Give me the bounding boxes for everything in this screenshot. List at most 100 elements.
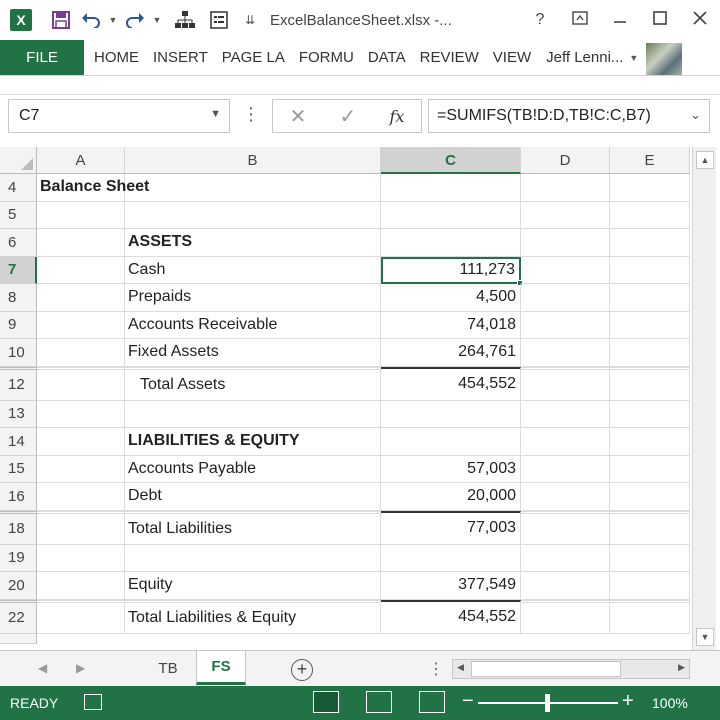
cell-c7[interactable]: 111,273 xyxy=(381,256,521,284)
avatar[interactable] xyxy=(646,42,683,75)
tab-review[interactable]: REVIEW xyxy=(413,40,486,75)
cell-c18[interactable]: 77,003 xyxy=(381,510,521,545)
row-header-5[interactable]: 5 xyxy=(0,201,37,229)
column-header-e[interactable]: E xyxy=(610,147,690,174)
add-sheet-icon[interactable]: + xyxy=(291,659,313,681)
sheet-next-icon[interactable]: ▶ xyxy=(76,661,85,675)
formula-input[interactable]: =SUMIFS(TB!D:D,TB!C:C,B7) ⌄ xyxy=(428,99,710,133)
zoom-level[interactable]: 100% xyxy=(652,695,688,711)
undo-icon[interactable] xyxy=(76,0,106,40)
worksheet-grid[interactable]: A B C D E 4 Balance Sheet 5 6 ASSETS 7 Cash 111,273 8… xyxy=(0,147,690,647)
undo-dropdown-icon[interactable]: ▼ xyxy=(106,0,120,40)
select-all-corner[interactable] xyxy=(0,147,37,174)
cell-b8[interactable]: Prepaids xyxy=(125,284,381,312)
column-header-b[interactable]: B xyxy=(125,147,381,174)
cell-c12[interactable]: 454,552 xyxy=(381,366,521,401)
scroll-left-icon[interactable]: ◀ xyxy=(457,662,464,673)
cell-b4[interactable] xyxy=(125,174,381,202)
cell-a4[interactable]: Balance Sheet xyxy=(37,174,149,202)
cell-e4[interactable] xyxy=(610,174,690,202)
cell-e12[interactable] xyxy=(610,366,690,401)
cell-c5[interactable] xyxy=(381,201,521,229)
maximize-icon[interactable] xyxy=(640,10,680,30)
cell-d5[interactable] xyxy=(521,201,610,229)
row-header-8[interactable]: 8 xyxy=(0,284,37,312)
user-dropdown-icon[interactable]: ▼ xyxy=(629,53,638,63)
normal-view-icon[interactable] xyxy=(313,691,339,713)
row-header-16[interactable]: 16 xyxy=(0,483,37,511)
tab-home[interactable]: HOME xyxy=(87,40,146,75)
cell-d12[interactable] xyxy=(521,366,610,401)
row-header-22[interactable]: 22 xyxy=(0,599,37,634)
cell-e15[interactable] xyxy=(610,455,690,483)
cell-e20[interactable] xyxy=(610,572,690,600)
cell-d19[interactable] xyxy=(521,544,610,572)
row-header-partial[interactable] xyxy=(0,633,37,644)
cell-d14[interactable] xyxy=(521,428,610,456)
help-button[interactable]: ? xyxy=(520,11,560,29)
horizontal-scrollbar[interactable]: ◀ ▶ xyxy=(452,659,690,679)
cell-e7[interactable] xyxy=(610,256,690,284)
row-header-20[interactable]: 20 xyxy=(0,572,37,600)
page-layout-view-icon[interactable] xyxy=(366,691,392,713)
cancel-formula-button[interactable]: ✕ xyxy=(290,104,307,129)
cell-c9[interactable]: 74,018 xyxy=(381,311,521,339)
cell-b13[interactable] xyxy=(125,400,381,428)
cell-b18[interactable]: Total Liabilities xyxy=(125,510,381,545)
cell-e22[interactable] xyxy=(610,599,690,634)
cell-d15[interactable] xyxy=(521,455,610,483)
cell-a13[interactable] xyxy=(37,400,125,428)
row-header-13[interactable]: 13 xyxy=(0,400,37,428)
zoom-in-icon[interactable]: + xyxy=(622,690,634,713)
cell-b10[interactable]: Fixed Assets xyxy=(125,339,381,367)
cell-c6[interactable] xyxy=(381,229,521,257)
cell-a10[interactable] xyxy=(37,339,125,367)
zoom-out-icon[interactable]: − xyxy=(462,690,474,713)
cell-c10[interactable]: 264,761 xyxy=(381,339,521,367)
cell-e16[interactable] xyxy=(610,483,690,511)
zoom-slider-thumb[interactable] xyxy=(545,694,550,712)
close-icon[interactable] xyxy=(680,10,720,30)
cell-c8[interactable]: 4,500 xyxy=(381,284,521,312)
cell-b5[interactable] xyxy=(125,201,381,229)
redo-icon[interactable] xyxy=(120,0,150,40)
name-box-dropdown-icon[interactable]: ▼ xyxy=(210,108,221,120)
cell-c15[interactable]: 57,003 xyxy=(381,455,521,483)
redo-dropdown-icon[interactable]: ▼ xyxy=(150,0,164,40)
cell-c14[interactable] xyxy=(381,428,521,456)
cell-a15[interactable] xyxy=(37,455,125,483)
cell-b7[interactable]: Cash xyxy=(125,256,381,284)
cell-b16[interactable]: Debt xyxy=(125,483,381,511)
cell-d13[interactable] xyxy=(521,400,610,428)
cell-c19[interactable] xyxy=(381,544,521,572)
cell-e13[interactable] xyxy=(610,400,690,428)
row-header-10[interactable]: 10 xyxy=(0,339,37,367)
excel-app-icon[interactable]: X xyxy=(0,0,32,40)
cell-e9[interactable] xyxy=(610,311,690,339)
cell-c16[interactable]: 20,000 xyxy=(381,483,521,511)
tab-split-grip-icon[interactable]: ⋮ xyxy=(428,659,444,679)
formula-bar-grip-icon[interactable]: ⋮ xyxy=(242,104,260,125)
cell-d8[interactable] xyxy=(521,284,610,312)
cell-a5[interactable] xyxy=(37,201,125,229)
org-chart-icon[interactable] xyxy=(170,0,200,40)
column-header-d[interactable]: D xyxy=(521,147,610,174)
cell-e14[interactable] xyxy=(610,428,690,456)
cell-e5[interactable] xyxy=(610,201,690,229)
cell-c20[interactable]: 377,549 xyxy=(381,572,521,600)
sheet-tab-fs[interactable]: FS xyxy=(196,651,246,685)
cell-c13[interactable] xyxy=(381,400,521,428)
minimize-icon[interactable] xyxy=(600,11,640,30)
cell-d20[interactable] xyxy=(521,572,610,600)
cell-e8[interactable] xyxy=(610,284,690,312)
tab-page-layout[interactable]: PAGE LA xyxy=(215,40,292,75)
scroll-up-icon[interactable]: ▲ xyxy=(696,151,714,169)
page-break-preview-icon[interactable] xyxy=(419,691,445,713)
macro-record-icon[interactable] xyxy=(84,694,102,710)
row-header-4[interactable]: 4 xyxy=(0,174,37,202)
cell-a12[interactable] xyxy=(37,366,125,401)
scroll-down-icon[interactable]: ▼ xyxy=(696,628,714,646)
row-header-19[interactable]: 19 xyxy=(0,544,37,572)
form-icon[interactable] xyxy=(204,0,234,40)
cell-a22[interactable] xyxy=(37,599,125,634)
